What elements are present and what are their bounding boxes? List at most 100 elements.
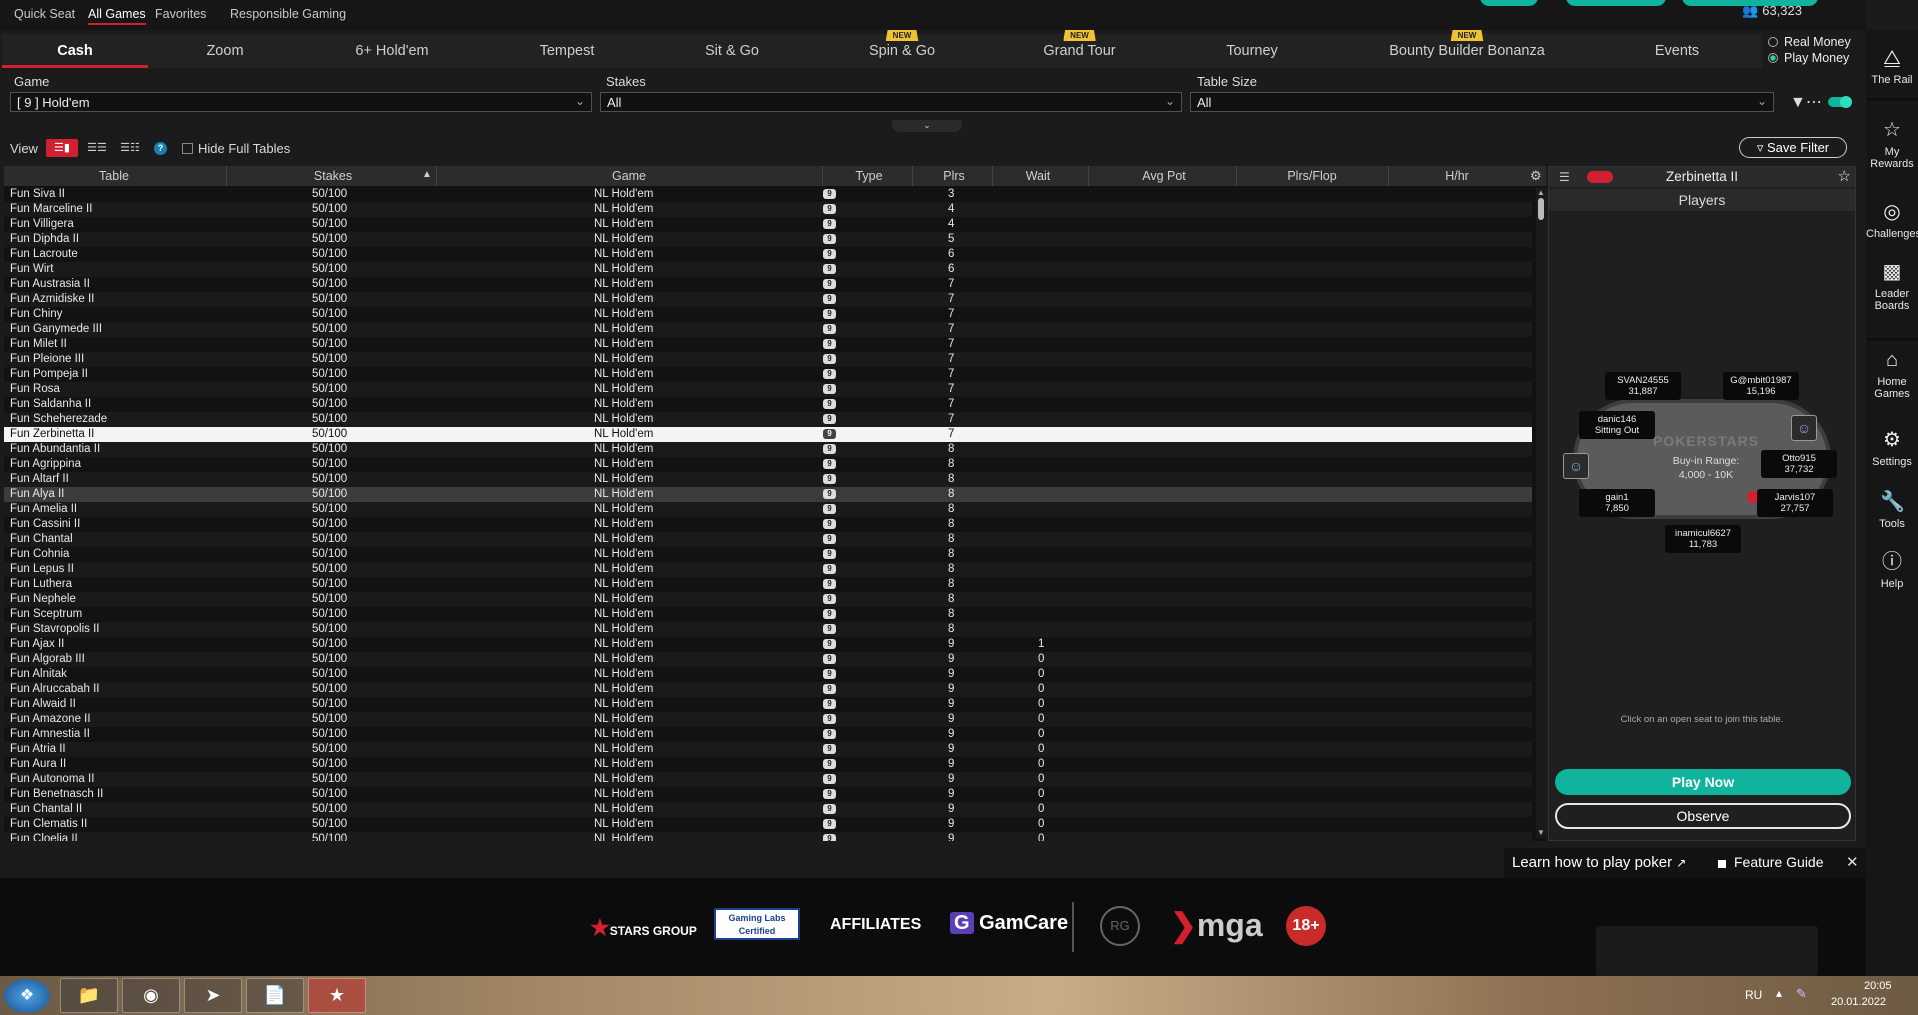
table-row[interactable]: Fun Alya II 50/100 NL Hold'em 9 8 (4, 487, 1532, 502)
stakes-select[interactable]: All ⌄ (600, 92, 1182, 112)
tab-tempest[interactable]: Tempest (502, 34, 632, 68)
clock-time[interactable]: 20:05 (1864, 980, 1892, 992)
rail-tools[interactable]: 🔧 Tools (1866, 490, 1918, 530)
table-row[interactable]: Fun Scheherezade 50/100 NL Hold'em 9 7 (4, 412, 1532, 427)
table-row[interactable]: Fun Sceptrum 50/100 NL Hold'em 9 8 (4, 607, 1532, 622)
favorites-link[interactable]: Favorites (155, 7, 206, 21)
tab-cash[interactable]: Cash (2, 34, 148, 68)
rail-leader-boards[interactable]: ▩ Leader Boards (1866, 260, 1918, 312)
table-row[interactable]: Fun Pompeja II 50/100 NL Hold'em 9 7 (4, 367, 1532, 382)
document-icon[interactable]: 📄 (246, 978, 304, 1013)
tray-arrow-icon[interactable]: ▴ (1776, 986, 1782, 1000)
table-list-scrollbar[interactable]: ▲ ▼ (1536, 188, 1546, 838)
table-row[interactable]: Fun Chiny 50/100 NL Hold'em 9 7 (4, 307, 1532, 322)
table-row[interactable]: Fun Milet II 50/100 NL Hold'em 9 7 (4, 337, 1532, 352)
tab-tourney[interactable]: Tourney (1182, 34, 1322, 68)
language-indicator[interactable]: RU (1745, 988, 1762, 1002)
table-row[interactable]: Fun Benetnasch II 50/100 NL Hold'em 9 9 0 (4, 787, 1532, 802)
table-row[interactable]: Fun Zerbinetta II 50/100 NL Hold'em 9 7 (4, 427, 1532, 442)
all-games-link[interactable]: All Games (88, 7, 146, 25)
telegram-icon[interactable]: ➤ (184, 978, 242, 1013)
rail-settings[interactable]: ⚙ Settings (1866, 428, 1918, 468)
table-row[interactable]: Fun Wirt 50/100 NL Hold'em 9 6 (4, 262, 1532, 277)
col-type[interactable]: Type (824, 169, 914, 183)
real-money-radio[interactable]: Real Money (1768, 35, 1851, 49)
table-row[interactable]: Fun Amnestia II 50/100 NL Hold'em 9 9 0 (4, 727, 1532, 742)
tab-sit-and-go[interactable]: Sit & Go (662, 34, 802, 68)
table-row[interactable]: Fun Pleione III 50/100 NL Hold'em 9 7 (4, 352, 1532, 367)
open-seat-button[interactable]: ☺ (1563, 453, 1589, 479)
tray-pen-icon[interactable]: ✎ (1796, 986, 1807, 1002)
table-row[interactable]: Fun Clematis II 50/100 NL Hold'em 9 9 0 (4, 817, 1532, 832)
rail-home-games[interactable]: ⌂ Home Games (1866, 348, 1918, 400)
table-row[interactable]: Fun Lepus II 50/100 NL Hold'em 9 8 (4, 562, 1532, 577)
gear-icon[interactable]: ⚙ (1530, 168, 1542, 184)
table-row[interactable]: Fun Marceline II 50/100 NL Hold'em 9 4 (4, 202, 1532, 217)
table-row[interactable]: Fun Siva II 50/100 NL Hold'em 9 3 (4, 187, 1532, 202)
explorer-icon[interactable]: 📁 (60, 978, 118, 1013)
table-row[interactable]: Fun Cassini II 50/100 NL Hold'em 9 8 (4, 517, 1532, 532)
close-icon[interactable]: ✕ (1846, 853, 1859, 871)
table-row[interactable]: Fun Algorab III 50/100 NL Hold'em 9 9 0 (4, 652, 1532, 667)
favorite-star-icon[interactable]: ☆ (1838, 167, 1851, 187)
tab-events[interactable]: Events (1612, 34, 1742, 68)
table-row[interactable]: Fun Villigera 50/100 NL Hold'em 9 4 (4, 217, 1532, 232)
feature-guide-link[interactable]: Feature Guide (1734, 854, 1824, 870)
rail-my-rewards[interactable]: ☆ My Rewards (1866, 118, 1918, 170)
open-seat-button[interactable]: ☺ (1791, 415, 1817, 441)
play-money-radio[interactable]: Play Money (1768, 51, 1849, 65)
clock-date[interactable]: 20.01.2022 (1831, 996, 1886, 1008)
start-button-icon[interactable]: ❖ (4, 979, 50, 1013)
pokerstars-taskbar-icon[interactable]: ★ (308, 978, 366, 1013)
play-now-button[interactable]: Play Now (1555, 769, 1851, 795)
game-select[interactable]: [ 9 ] Hold'em ⌄ (10, 92, 592, 112)
tab-spin-and-go[interactable]: NEW Spin & Go (832, 30, 972, 68)
col-plrs-flop[interactable]: Plrs/Flop (1238, 169, 1386, 183)
col-game[interactable]: Game (438, 169, 820, 183)
view-list-button[interactable]: ☰▮ (46, 139, 78, 157)
col-stakes[interactable]: Stakes (228, 169, 438, 183)
rail-challenges[interactable]: ◎ Challenges (1866, 200, 1918, 240)
scrollbar-thumb[interactable] (1538, 198, 1544, 220)
hide-full-checkbox[interactable] (182, 143, 193, 154)
table-size-select[interactable]: All ⌄ (1190, 92, 1774, 112)
top-teal-button[interactable] (1480, 0, 1538, 6)
table-row[interactable]: Fun Saldanha II 50/100 NL Hold'em 9 7 (4, 397, 1532, 412)
table-row[interactable]: Fun Ganymede III 50/100 NL Hold'em 9 7 (4, 322, 1532, 337)
table-row[interactable]: Fun Lacroute 50/100 NL Hold'em 9 6 (4, 247, 1532, 262)
col-wait[interactable]: Wait (994, 169, 1082, 183)
affiliates-logo[interactable]: AFFILIATES (830, 916, 921, 934)
table-row[interactable]: Fun Stavropolis II 50/100 NL Hold'em 9 8 (4, 622, 1532, 637)
rail-help[interactable]: ⓘ Help (1866, 550, 1918, 590)
firefox-icon[interactable]: ◉ (122, 978, 180, 1013)
observe-button[interactable]: Observe (1555, 803, 1851, 829)
filter-toggle[interactable] (1828, 96, 1852, 108)
table-row[interactable]: Fun Abundantia II 50/100 NL Hold'em 9 8 (4, 442, 1532, 457)
table-row[interactable]: Fun Austrasia II 50/100 NL Hold'em 9 7 (4, 277, 1532, 292)
table-row[interactable]: Fun Amazone II 50/100 NL Hold'em 9 9 0 (4, 712, 1532, 727)
col-avg-pot[interactable]: Avg Pot (1090, 169, 1238, 183)
table-row[interactable]: Fun Autonoma II 50/100 NL Hold'em 9 9 0 (4, 772, 1532, 787)
table-row[interactable]: Fun Diphda II 50/100 NL Hold'em 9 5 (4, 232, 1532, 247)
table-row[interactable]: Fun Rosa 50/100 NL Hold'em 9 7 (4, 382, 1532, 397)
table-row[interactable]: Fun Chantal II 50/100 NL Hold'em 9 9 0 (4, 802, 1532, 817)
table-row[interactable]: Fun Atria II 50/100 NL Hold'em 9 9 0 (4, 742, 1532, 757)
table-row[interactable]: Fun Alnitak 50/100 NL Hold'em 9 9 0 (4, 667, 1532, 682)
table-row[interactable]: Fun Agrippina 50/100 NL Hold'em 9 8 (4, 457, 1532, 472)
table-row[interactable]: Fun Alruccabah II 50/100 NL Hold'em 9 9 0 (4, 682, 1532, 697)
tab-zoom[interactable]: Zoom (162, 34, 288, 68)
quick-seat-link[interactable]: Quick Seat (14, 7, 75, 21)
tab-bounty-builder-bonanza[interactable]: NEW Bounty Builder Bonanza (1372, 30, 1562, 68)
rail-the-rail[interactable]: ⧋ The Rail (1866, 46, 1918, 86)
table-row[interactable]: Fun Aura II 50/100 NL Hold'em 9 9 0 (4, 757, 1532, 772)
col-plrs[interactable]: Plrs (914, 169, 994, 183)
table-row[interactable]: Fun Azmidiske II 50/100 NL Hold'em 9 7 (4, 292, 1532, 307)
col-table[interactable]: Table (4, 169, 224, 183)
tab-6plus-holdem[interactable]: 6+ Hold'em (312, 34, 472, 68)
learn-poker-link[interactable]: Learn how to play poker ↗ (1512, 854, 1686, 871)
save-filter-button[interactable]: ▿ Save Filter (1739, 137, 1847, 158)
collapse-filters-button[interactable]: ⌄ (892, 120, 962, 132)
top-teal-button[interactable] (1566, 0, 1666, 6)
tab-grand-tour[interactable]: NEW Grand Tour (1007, 30, 1152, 68)
view-compact-button[interactable]: ☰☷ (115, 139, 145, 157)
